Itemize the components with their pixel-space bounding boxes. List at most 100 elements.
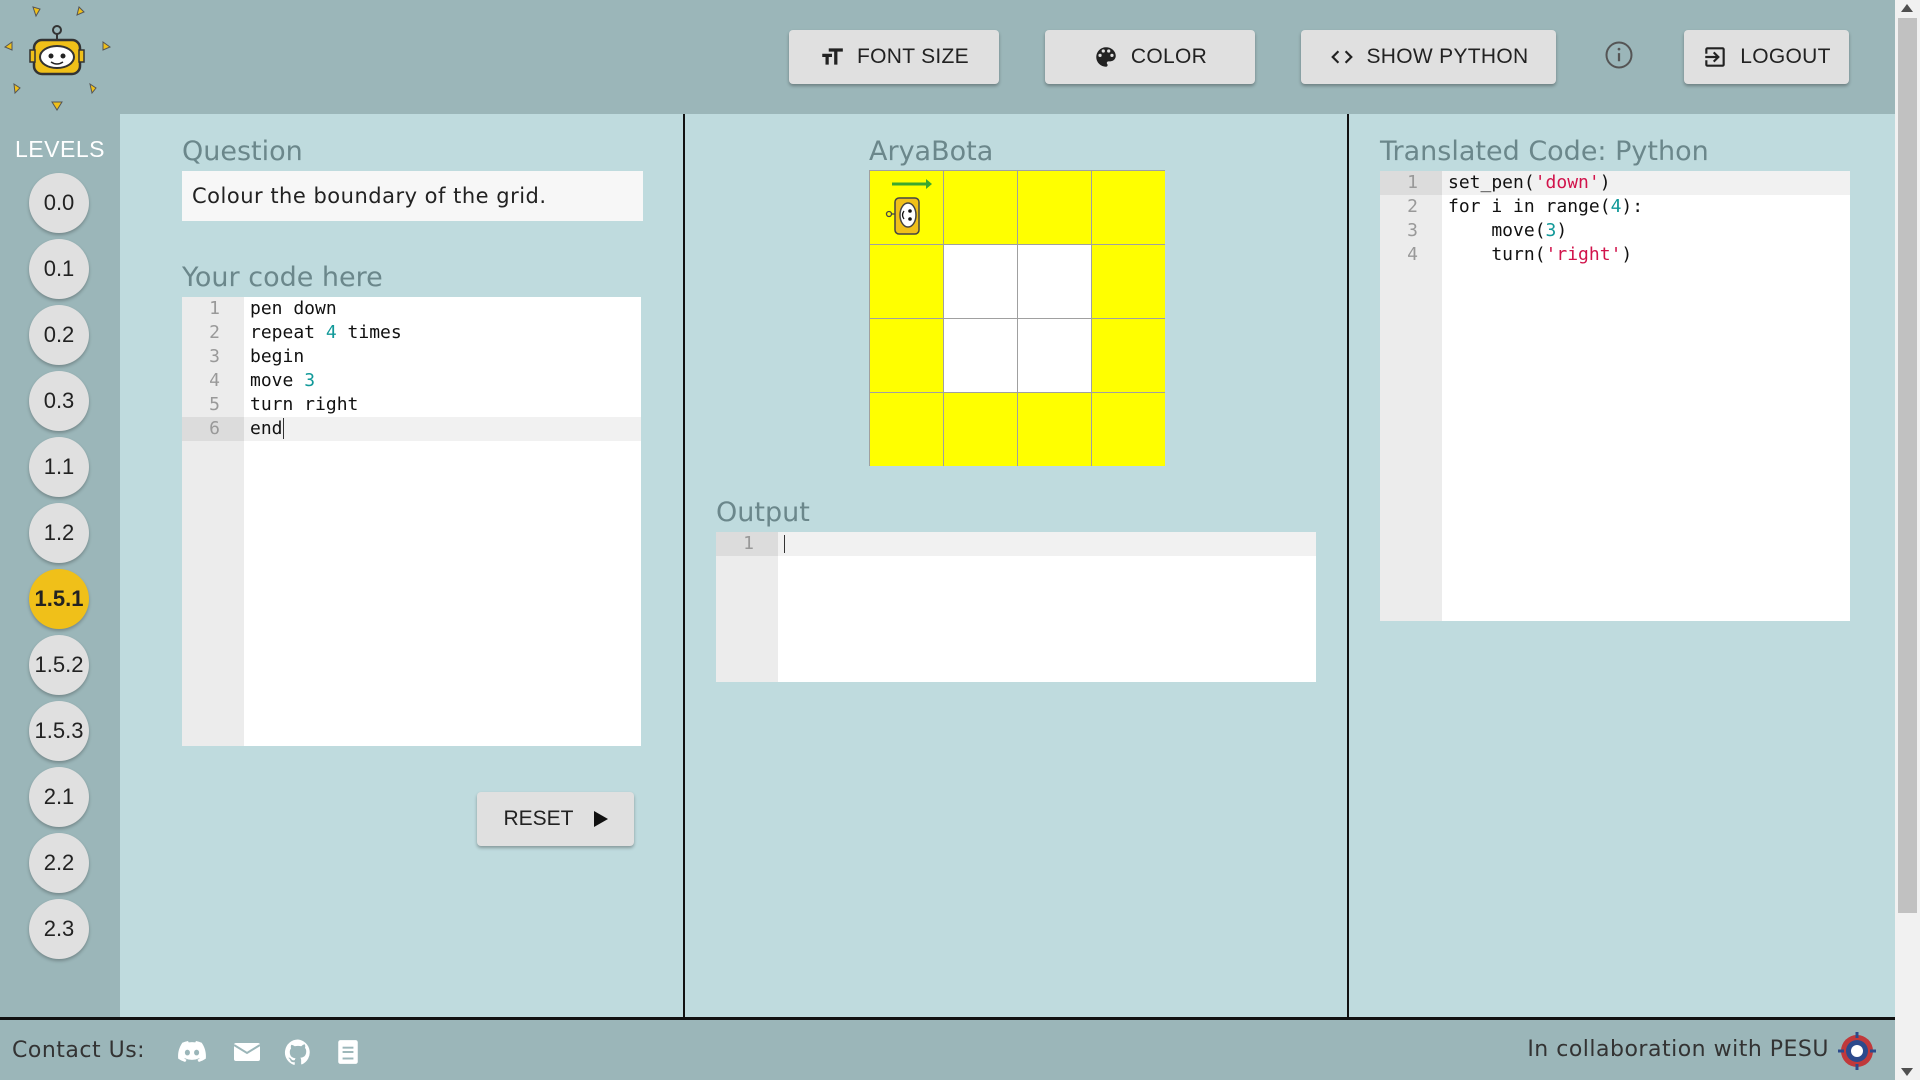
code-text: move 3 <box>250 370 316 391</box>
code-icon <box>1330 50 1353 64</box>
book-icon[interactable] <box>334 1039 362 1065</box>
collaboration-text: In collaboration with PESU <box>1527 1037 1829 1062</box>
show-python-label: SHOW PYTHON <box>1366 45 1529 68</box>
mail-icon[interactable] <box>233 1039 261 1065</box>
color-label: COLOR <box>1130 45 1208 68</box>
scroll-down-arrow-icon[interactable] <box>1901 1068 1913 1076</box>
line-number: 1 <box>209 298 220 319</box>
panel-divider <box>683 114 685 1017</box>
line-number: 4 <box>1407 244 1418 265</box>
levels-sidebar: LEVELS 0.0 0.1 0.2 0.3 1.1 1.2 1.5.1 1.5… <box>0 114 120 1017</box>
grid-cell <box>1092 393 1165 466</box>
grid-cell <box>944 393 1017 466</box>
grid-cell <box>1092 245 1165 318</box>
level-button[interactable]: 1.5.3 <box>29 701 89 761</box>
line-number: 6 <box>182 417 244 441</box>
code-text: repeat 4 times <box>250 322 402 343</box>
code-line-active[interactable]: 6 end <box>182 417 641 441</box>
direction-arrow-icon <box>892 179 932 189</box>
grid-cell <box>1018 171 1091 244</box>
info-icon[interactable] <box>1604 40 1634 70</box>
python-code-viewer[interactable]: 1 set_pen('down') 2 for i in range(4): 3 m… <box>1380 171 1850 621</box>
palette-icon <box>1096 47 1116 67</box>
question-title: Question <box>182 136 303 167</box>
line-number: 2 <box>209 322 220 343</box>
grid-cell <box>1018 245 1091 318</box>
grid-cell <box>1092 171 1165 244</box>
color-button[interactable]: COLOR <box>1045 30 1255 84</box>
logout-button[interactable]: LOGOUT <box>1684 30 1849 84</box>
grid-cell <box>870 245 943 318</box>
github-icon[interactable] <box>284 1039 312 1065</box>
line-number: 2 <box>1407 196 1418 217</box>
python-code-text: for i in range(4): <box>1448 196 1644 217</box>
line-number: 4 <box>209 370 220 391</box>
code-text: end <box>250 418 284 439</box>
grid-cell <box>870 319 943 392</box>
contact-label: Contact Us: <box>12 1038 146 1063</box>
output-line[interactable]: 1 <box>716 532 1316 556</box>
question-text: Colour the boundary of the grid. <box>182 171 643 221</box>
python-line-active[interactable]: 1 set_pen('down') <box>1380 171 1850 195</box>
scrollbar-thumb[interactable] <box>1898 18 1917 913</box>
discord-icon[interactable] <box>178 1039 206 1065</box>
robot-icon <box>885 179 932 235</box>
level-button[interactable]: 0.2 <box>29 305 89 365</box>
code-text: begin <box>250 346 305 367</box>
python-title: Translated Code: Python <box>1380 136 1709 167</box>
code-text: pen down <box>250 298 337 319</box>
python-line[interactable]: 2 for i in range(4): <box>1380 195 1850 219</box>
logout-label: LOGOUT <box>1740 45 1831 68</box>
python-line[interactable]: 4 turn('right') <box>1380 243 1850 267</box>
reset-button[interactable]: RESET <box>477 792 634 846</box>
level-button[interactable]: 0.3 <box>29 371 89 431</box>
level-button[interactable]: 1.2 <box>29 503 89 563</box>
level-button[interactable]: 1.5.2 <box>29 635 89 695</box>
level-button[interactable]: 0.0 <box>29 173 89 233</box>
grid-cell <box>944 171 1017 244</box>
text-cursor <box>784 535 785 553</box>
code-line[interactable]: 3 begin <box>182 345 641 369</box>
code-editor-title: Your code here <box>182 262 383 293</box>
level-button[interactable]: 1.1 <box>29 437 89 497</box>
level-button[interactable]: 2.3 <box>29 899 89 959</box>
grid-cell <box>944 245 1017 318</box>
grid-cell <box>1018 393 1091 466</box>
font-size-label: FONT SIZE <box>857 45 969 68</box>
line-number: 1 <box>1380 171 1442 195</box>
scroll-up-arrow-icon[interactable] <box>1901 4 1913 12</box>
header: FONT SIZE COLOR SHOW PYTHON LOGOUT <box>0 0 1895 114</box>
line-number: 3 <box>209 346 220 367</box>
output-console[interactable]: 1 <box>716 532 1316 682</box>
code-line[interactable]: 5 turn right <box>182 393 641 417</box>
output-title: Output <box>716 497 810 528</box>
code-text: turn right <box>250 394 359 415</box>
levels-title: LEVELS <box>15 136 105 162</box>
level-button[interactable]: 0.1 <box>29 239 89 299</box>
python-code-text: set_pen('down') <box>1448 172 1611 193</box>
grid-cell <box>1092 319 1165 392</box>
pesu-logo-icon[interactable] <box>1838 1032 1876 1070</box>
code-line[interactable]: 2 repeat 4 times <box>182 321 641 345</box>
level-button-active[interactable]: 1.5.1 <box>29 569 89 629</box>
reset-label: RESET <box>503 807 574 830</box>
code-editor[interactable]: 1 pen down 2 repeat 4 times 3 begin 4 move 3… <box>182 297 641 746</box>
font-size-button[interactable]: FONT SIZE <box>789 30 999 84</box>
line-number: 3 <box>1407 220 1418 241</box>
grid-cell <box>870 393 943 466</box>
level-button[interactable]: 2.2 <box>29 833 89 893</box>
play-icon <box>593 811 608 827</box>
font-size-icon <box>822 48 843 65</box>
logout-icon <box>1705 47 1725 67</box>
python-code-text: move(3) <box>1448 220 1568 241</box>
grid-cell <box>1018 319 1091 392</box>
python-code-text: turn('right') <box>1448 244 1633 265</box>
code-line[interactable]: 4 move 3 <box>182 369 641 393</box>
code-line[interactable]: 1 pen down <box>182 297 641 321</box>
show-python-button[interactable]: SHOW PYTHON <box>1301 30 1556 84</box>
grid-cell <box>944 319 1017 392</box>
aryabota-logo-icon[interactable] <box>0 0 116 114</box>
python-line[interactable]: 3 move(3) <box>1380 219 1850 243</box>
level-button[interactable]: 2.1 <box>29 767 89 827</box>
board-title: AryaBota <box>869 136 994 167</box>
